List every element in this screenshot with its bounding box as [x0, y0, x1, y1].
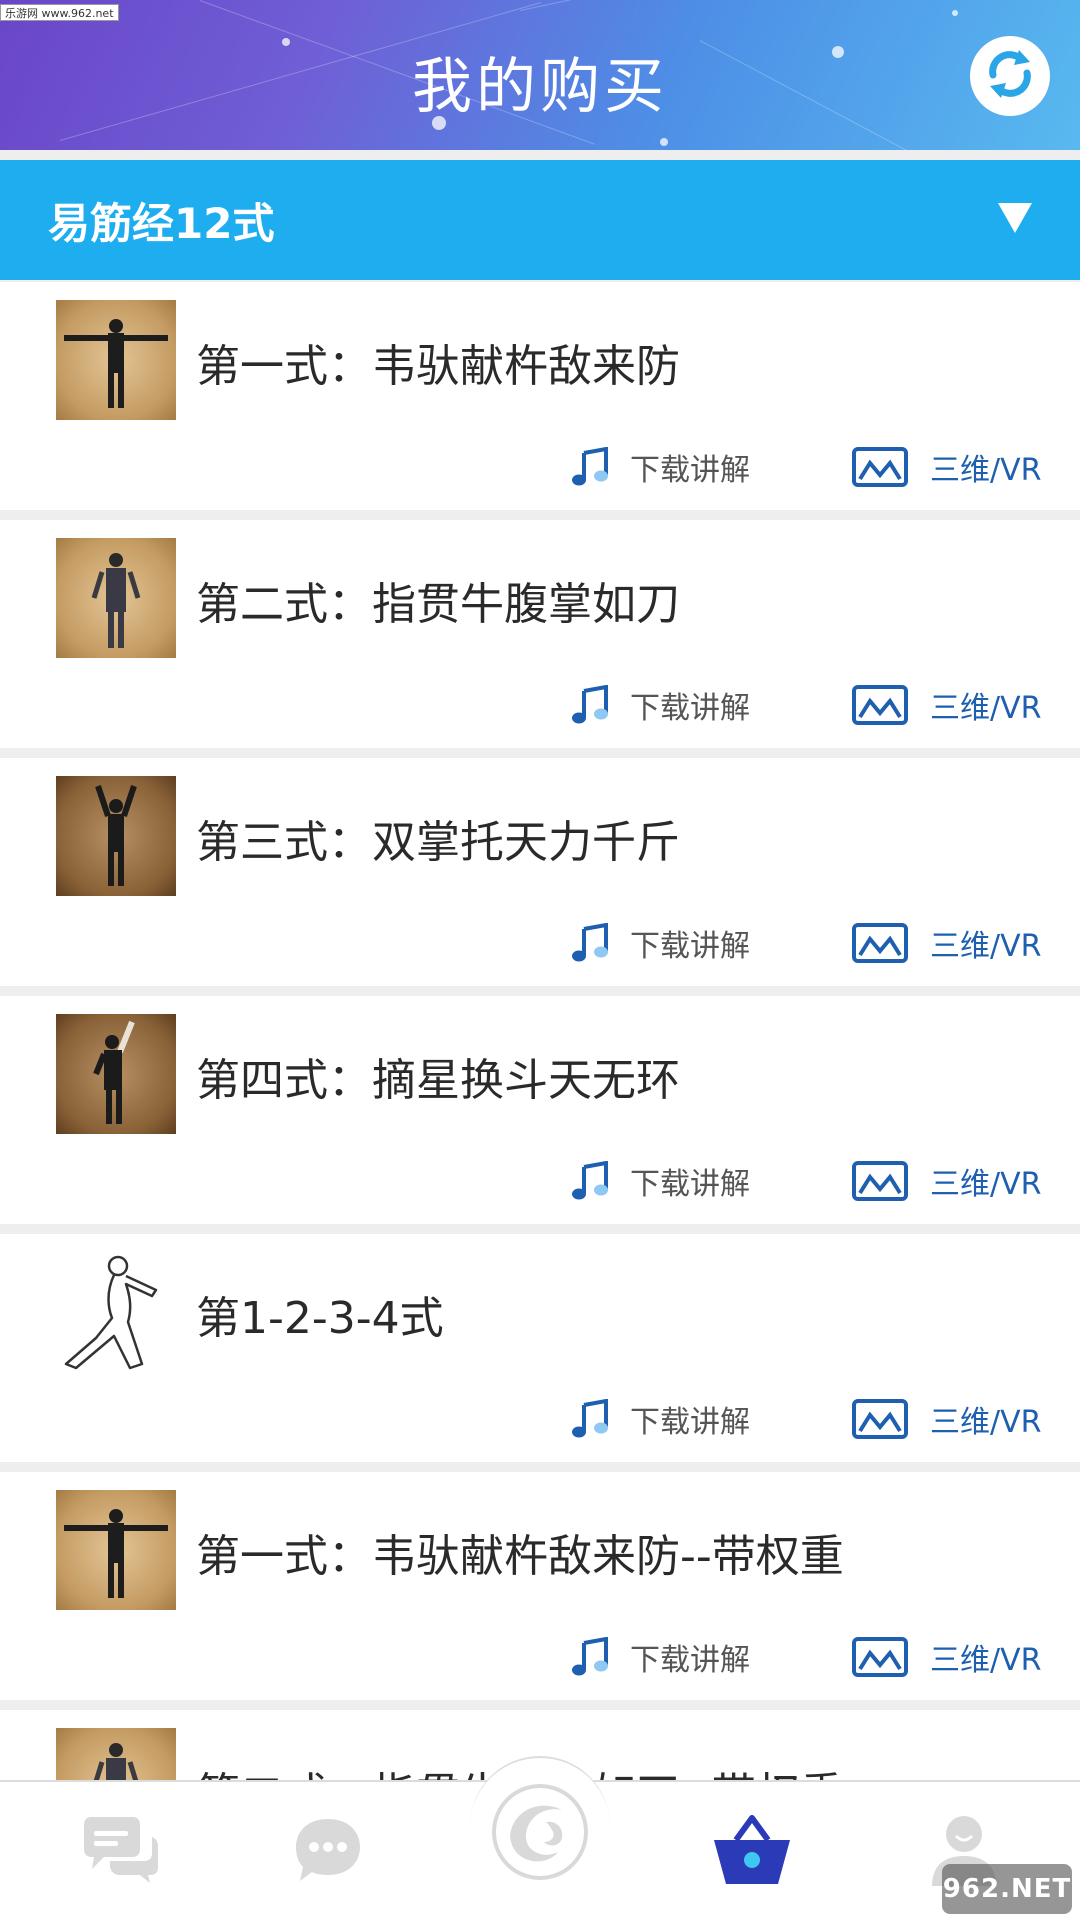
vr-label: 三维/VR	[930, 1405, 1042, 1440]
vr-button[interactable]: 三维/VR	[852, 445, 1041, 489]
list-item[interactable]: 第一式：韦驮献杵敌来防 下载讲解 三维/VR	[0, 282, 1080, 510]
vr-button[interactable]: 三维/VR	[852, 1397, 1041, 1441]
item-title: 第三式：双掌托天力千斤	[196, 817, 680, 868]
vr-goggles-icon	[852, 447, 908, 487]
vr-button[interactable]: 三维/VR	[852, 1159, 1041, 1203]
watermark-top-left: 乐游网 www.962.net	[0, 4, 119, 21]
bottom-navigation: 962.NET	[0, 1756, 1080, 1920]
download-explanation-label: 下载讲解	[630, 453, 750, 488]
vr-goggles-icon	[852, 1161, 908, 1201]
watermark-bottom-right: 962.NET	[942, 1864, 1072, 1914]
item-title: 第一式：韦驮献杵敌来防	[196, 341, 680, 392]
list-item[interactable]: 第四式：摘星换斗天无环 下载讲解 三维/VR	[0, 996, 1080, 1224]
vr-button[interactable]: 三维/VR	[852, 683, 1041, 727]
nav-message-tab[interactable]	[268, 1782, 388, 1920]
music-note-icon	[572, 1637, 608, 1677]
item-title: 第四式：摘星换斗天无环	[196, 1055, 680, 1106]
vr-goggles-icon	[852, 1399, 908, 1439]
download-explanation-button[interactable]: 下载讲解	[572, 1635, 750, 1679]
list-item[interactable]: 第一式：韦驮献杵敌来防--带权重 下载讲解 三维/VR	[0, 1472, 1080, 1700]
download-explanation-label: 下载讲解	[630, 1405, 750, 1440]
page-title: 我的购买	[412, 52, 668, 122]
list-item[interactable]: 第三式：双掌托天力千斤 下载讲解 三维/VR	[0, 758, 1080, 986]
music-note-icon	[572, 1399, 608, 1439]
app-header: 乐游网 www.962.net 我的购买	[0, 0, 1080, 150]
music-note-icon	[572, 447, 608, 487]
list-item[interactable]: 第二式：指贯牛腹掌如刀 下载讲解 三维/VR	[0, 520, 1080, 748]
refresh-icon	[983, 47, 1037, 105]
logo-swirl-icon	[490, 1782, 590, 1886]
download-explanation-button[interactable]: 下载讲解	[572, 1397, 750, 1441]
download-explanation-button[interactable]: 下载讲解	[572, 921, 750, 965]
music-note-icon	[572, 685, 608, 725]
figure-arms-out-thumbnail	[56, 1490, 176, 1610]
item-title: 第一式：韦驮献杵敌来防--带权重	[196, 1531, 844, 1582]
download-explanation-label: 下载讲解	[630, 929, 750, 964]
figure-hands-down-thumbnail	[56, 1728, 176, 1780]
figure-outline-thumbnail	[56, 1252, 176, 1372]
figure-one-arm-up-thumbnail	[56, 1014, 176, 1134]
vr-goggles-icon	[852, 923, 908, 963]
figure-hands-down-thumbnail	[56, 538, 176, 658]
download-explanation-button[interactable]: 下载讲解	[572, 683, 750, 727]
music-note-icon	[572, 1161, 608, 1201]
download-explanation-label: 下载讲解	[630, 1167, 750, 1202]
nav-home-tab[interactable]	[480, 1764, 600, 1904]
figure-arms-up-thumbnail	[56, 776, 176, 896]
vr-label: 三维/VR	[930, 1167, 1042, 1202]
vr-goggles-icon	[852, 685, 908, 725]
chat-bubbles-icon	[80, 1815, 160, 1889]
nav-purchases-tab[interactable]	[692, 1782, 812, 1920]
vr-goggles-icon	[852, 1637, 908, 1677]
vr-label: 三维/VR	[930, 1643, 1042, 1678]
list-item[interactable]: 第1-2-3-4式 下载讲解 三维/VR	[0, 1234, 1080, 1462]
refresh-button[interactable]	[970, 36, 1050, 116]
vr-button[interactable]: 三维/VR	[852, 921, 1041, 965]
download-explanation-button[interactable]: 下载讲解	[572, 1159, 750, 1203]
download-explanation-button[interactable]: 下载讲解	[572, 445, 750, 489]
basket-icon	[710, 1812, 794, 1892]
purchase-list: 第一式：韦驮献杵敌来防 下载讲解 三维/VR 第二式：指贯牛腹掌如刀 下载讲解 …	[0, 282, 1080, 1780]
item-title: 第二式：指贯牛腹掌如刀	[196, 579, 680, 630]
figure-arms-out-thumbnail	[56, 300, 176, 420]
vr-button[interactable]: 三维/VR	[852, 1635, 1041, 1679]
download-explanation-label: 下载讲解	[630, 691, 750, 726]
vr-label: 三维/VR	[930, 691, 1042, 726]
vr-label: 三维/VR	[930, 453, 1042, 488]
item-title: 第1-2-3-4式	[196, 1293, 444, 1344]
nav-chat-tab[interactable]	[60, 1782, 180, 1920]
message-icon	[292, 1815, 364, 1889]
music-note-icon	[572, 923, 608, 963]
vr-label: 三维/VR	[930, 929, 1042, 964]
section-title: 易筋经12式	[48, 198, 275, 248]
download-explanation-label: 下载讲解	[630, 1643, 750, 1678]
triangle-down-icon	[998, 197, 1032, 243]
section-dropdown[interactable]: 易筋经12式	[0, 160, 1080, 280]
